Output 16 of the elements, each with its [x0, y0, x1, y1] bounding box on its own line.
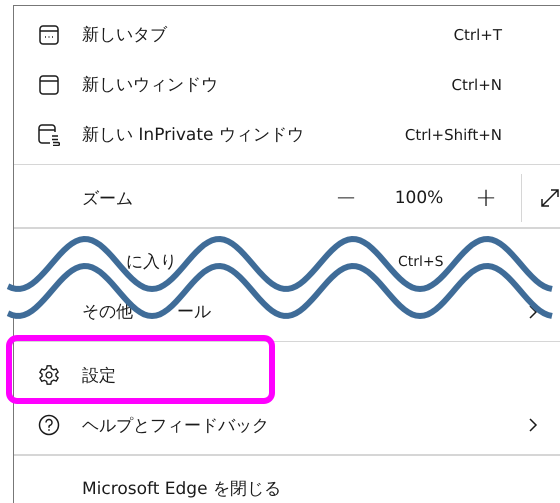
- menu-label: ズーム: [82, 188, 133, 210]
- menu-item[interactable]: Microsoft Edge を閉じる: [82, 477, 281, 500]
- menu-item[interactable]: 設定: [82, 364, 116, 386]
- menu-item[interactable]: 新しいウィンドウ: [82, 73, 218, 96]
- menu-item[interactable]: ヘルプとフィードバック: [82, 414, 269, 436]
- menu-item[interactable]: 新しい InPrivate ウィンドウ: [82, 123, 304, 146]
- shortcut-label: Ctrl+S: [398, 254, 445, 270]
- menu-item-fragment: ール: [177, 301, 211, 323]
- shortcut-label: Ctrl+T: [454, 26, 502, 44]
- shortcut-label: Ctrl+Shift+N: [404, 126, 502, 144]
- zoom-in-button[interactable]: +: [471, 183, 501, 213]
- zoom-value: 100%: [394, 188, 444, 208]
- menu-item-fragment: に入り: [126, 251, 177, 273]
- zoom-out-button[interactable]: −: [331, 183, 361, 213]
- menu-item[interactable]: 新しいタブ: [82, 23, 167, 46]
- shortcut-label: Ctrl+N: [452, 76, 502, 94]
